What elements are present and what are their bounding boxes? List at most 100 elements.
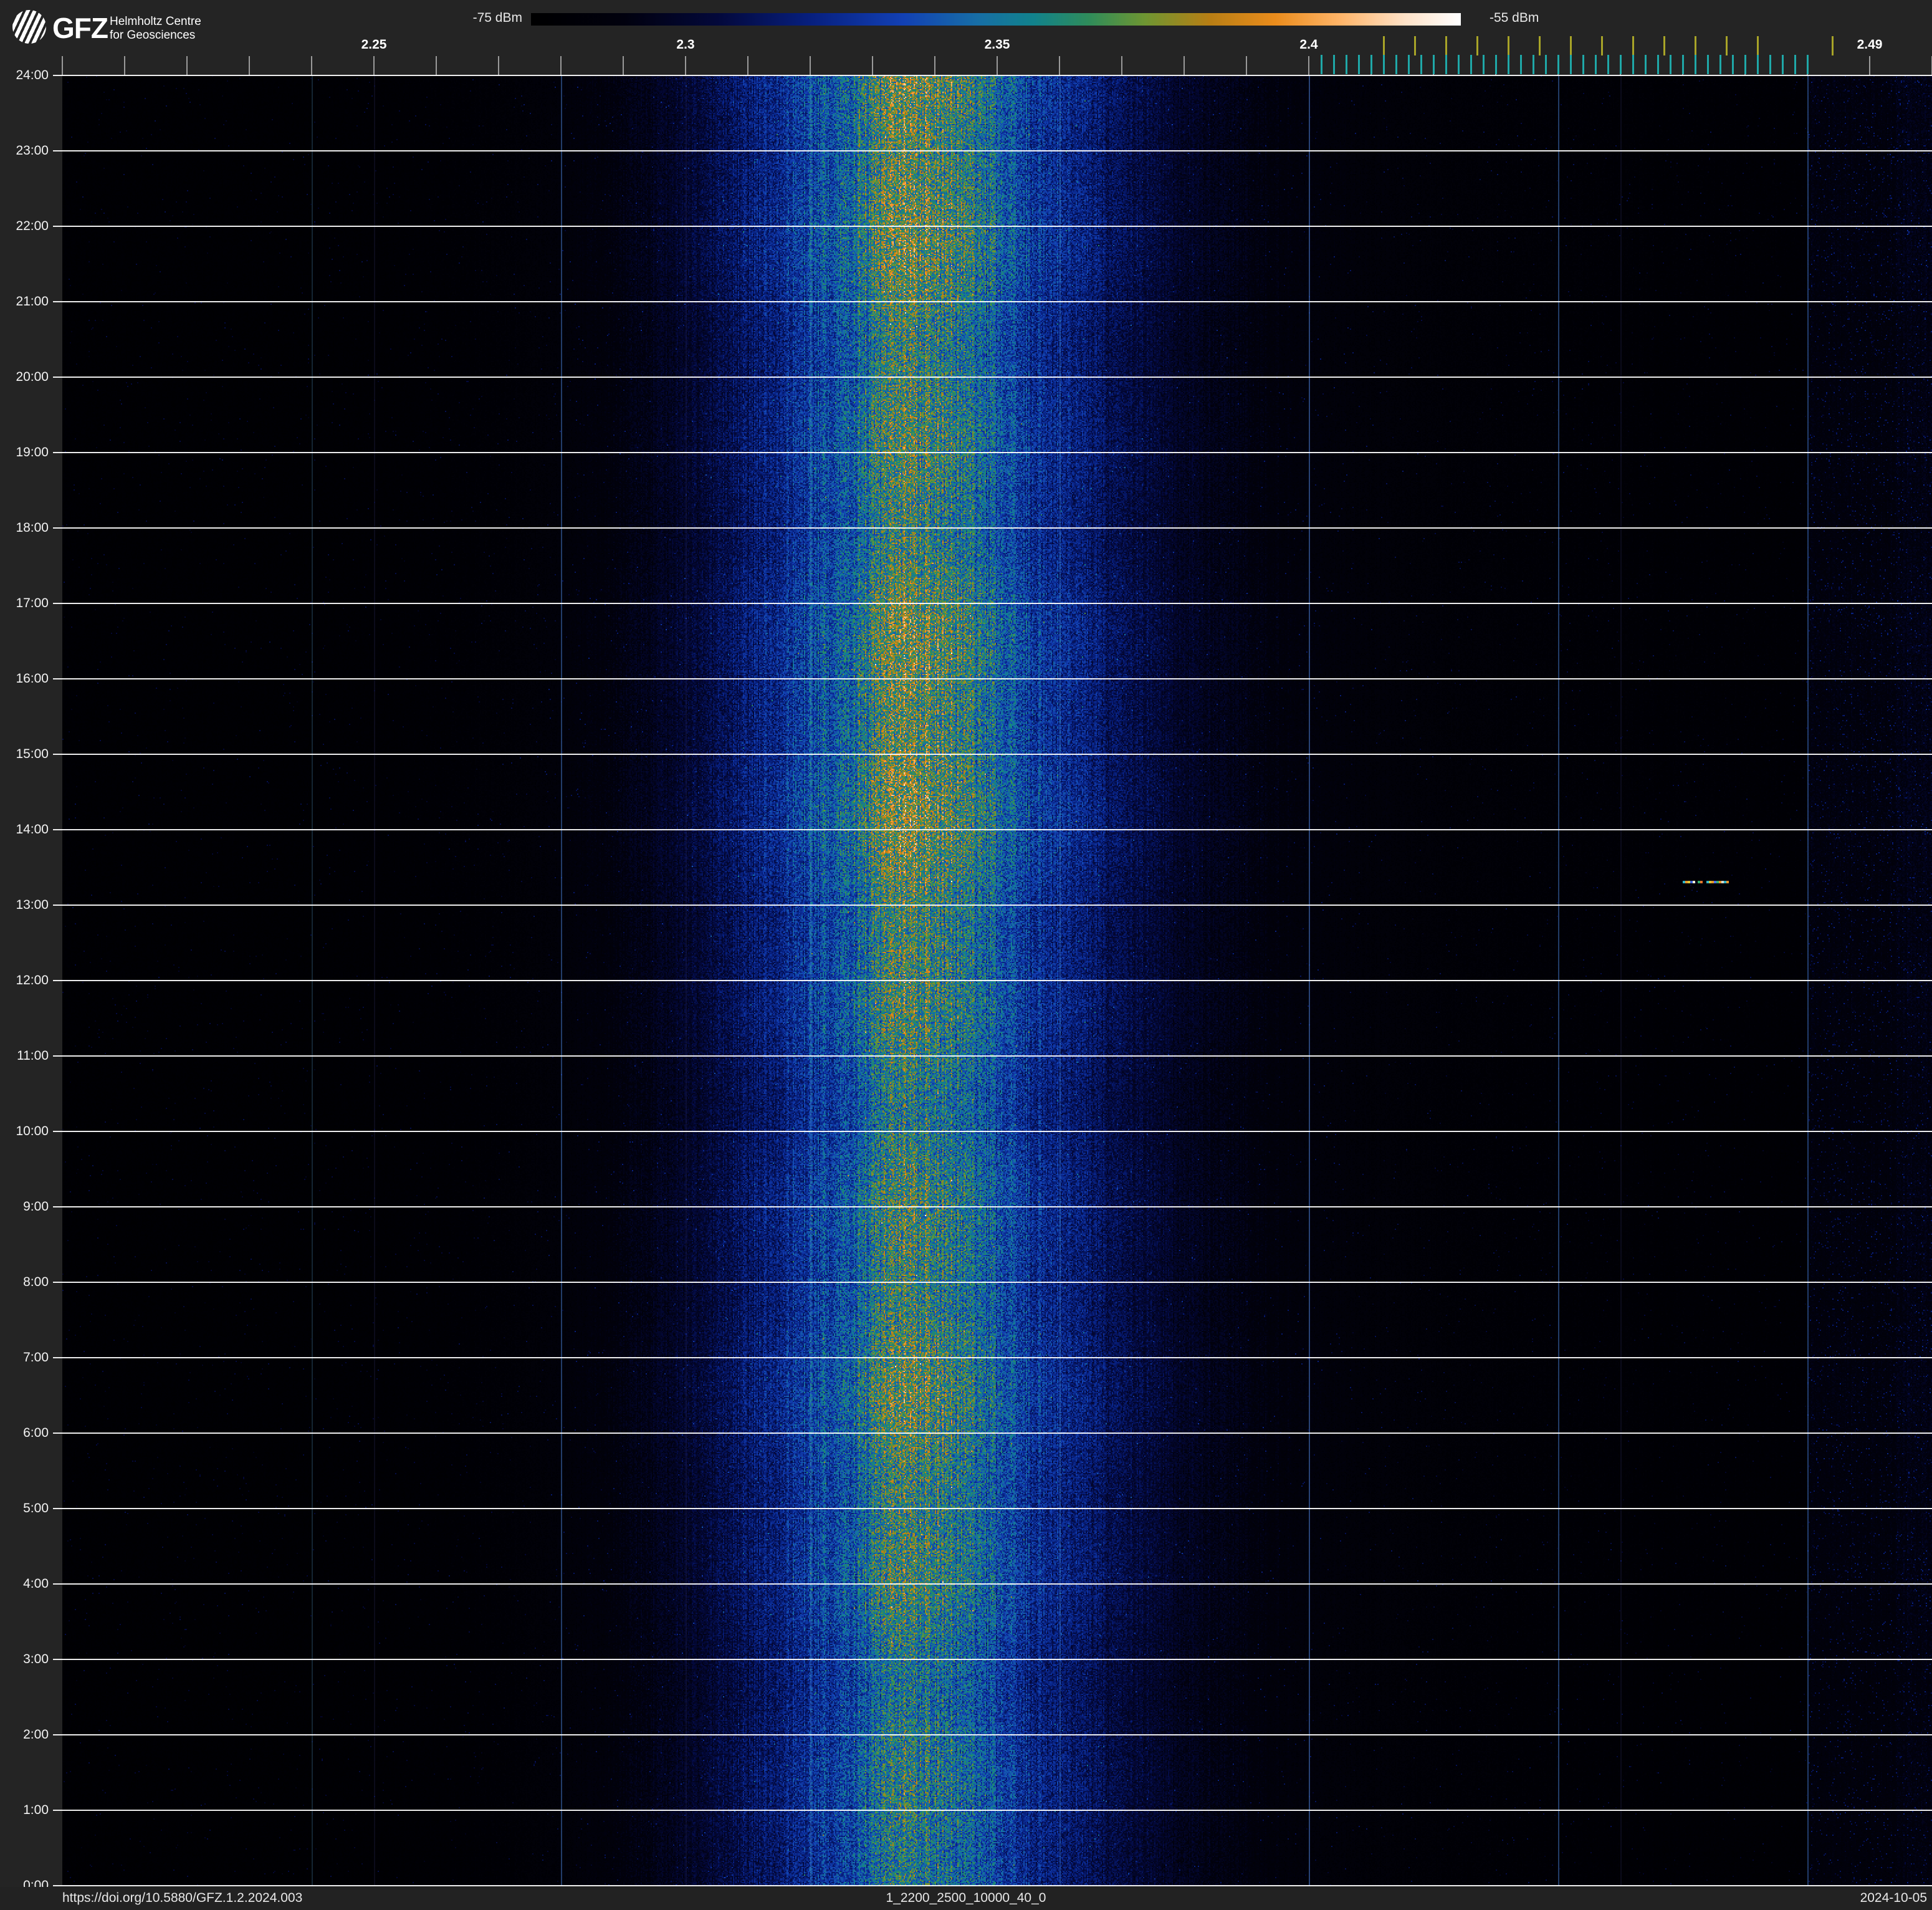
freq-minor-tick [249,56,250,75]
ble-channel-tick [1670,55,1671,74]
ble-channel-tick [1458,55,1460,74]
colorbar-max-label: -55 dBm [1490,11,1539,25]
hour-gridline [53,1734,1932,1735]
time-tick-label: 10:00 [16,1124,49,1138]
colorbar-min-label: -75 dBm [472,11,522,25]
freq-minor-tick [1246,56,1247,75]
hour-gridline [53,905,1932,906]
wifi-channel-tick [1539,36,1541,55]
ble-channel-tick [1520,55,1522,74]
ble-channel-tick [1620,55,1622,74]
freq-minor-tick [623,56,624,75]
hour-gridline [53,1055,1932,1057]
freq-tick-label: 2.35 [984,37,1010,52]
hour-gridline [53,527,1932,529]
ble-channel-tick [1445,55,1447,74]
ble-channel-tick [1657,55,1659,74]
time-tick-label: 12:00 [16,973,49,987]
hour-gridline [53,1508,1932,1509]
ble-channel-tick [1533,55,1534,74]
ble-channel-tick [1695,55,1696,74]
wifi-channel-tick [1476,36,1478,55]
freq-minor-tick [872,56,873,75]
freq-minor-tick [311,56,312,75]
wifi-channel-tick [1757,36,1759,55]
gfz-logo-icon [12,10,46,44]
wifi-channel-tick [1508,36,1509,55]
freq-minor-tick [373,56,375,75]
freq-minor-tick [498,56,499,75]
ble-channel-tick [1769,55,1771,74]
time-tick-label: 1:00 [23,1803,49,1817]
ble-channel-tick [1383,55,1385,74]
time-tick-label: 8:00 [23,1275,49,1289]
hour-gridline [53,1131,1932,1132]
ble-channel-tick [1483,55,1485,74]
brand-name: GFZ [52,12,108,44]
time-tick-label: 16:00 [16,671,49,686]
wifi-channel-tick [1663,36,1665,55]
freq-minor-tick [747,56,748,75]
hour-gridline [53,452,1932,453]
wifi-channel-tick [1445,36,1447,55]
freq-minor-tick [1121,56,1122,75]
freq-minor-tick [997,56,998,75]
wifi-channel-tick [1832,36,1834,55]
ble-channel-tick [1782,55,1784,74]
wifi-channel-tick [1632,36,1634,55]
time-tick-label: 13:00 [16,898,49,912]
hour-gridline [53,1885,1932,1886]
hour-gridline [53,75,1932,76]
freq-minor-tick [934,56,935,75]
ble-channel-tick [1508,55,1509,74]
freq-minor-tick [810,56,811,75]
ble-channel-tick [1732,55,1734,74]
time-tick-label: 11:00 [17,1049,49,1063]
ble-channel-tick [1570,55,1572,74]
ble-channel-tick [1433,55,1435,74]
time-tick-label: 22:00 [16,219,49,233]
freq-minor-tick [436,56,437,75]
ble-channel-tick [1807,55,1809,74]
brand-subtitle-line2: for Geosciences [110,29,196,42]
ble-channel-tick [1408,55,1410,74]
ble-channel-tick [1632,55,1634,74]
spectrogram-page: GFZ Helmholtz Centre for Geosciences -75… [0,0,1932,1910]
time-tick-label: 18:00 [16,521,49,535]
time-tick-label: 6:00 [23,1426,49,1440]
ble-channel-tick [1395,55,1397,74]
time-tick-label: 19:00 [16,445,49,459]
freq-tick-label: 2.3 [676,37,695,52]
freq-minor-tick [124,56,125,75]
wifi-channel-tick [1383,36,1385,55]
ble-channel-tick [1744,55,1746,74]
time-tick-label: 24:00 [16,68,49,82]
freq-tick-label: 2.49 [1857,37,1883,52]
hour-gridline [53,1810,1932,1811]
wifi-channel-tick [1601,36,1603,55]
dataset-id: 1_2200_2500_10000_40_0 [886,1891,1046,1905]
wifi-channel-tick [1414,36,1416,55]
ble-channel-tick [1794,55,1796,74]
colorbar [531,13,1461,26]
ble-channel-tick [1707,55,1709,74]
wifi-channel-tick [1726,36,1728,55]
hour-gridline [53,829,1932,830]
ble-channel-tick [1682,55,1684,74]
time-tick-label: 2:00 [23,1727,49,1742]
hour-gridline [53,754,1932,755]
time-tick-label: 14:00 [16,822,49,837]
freq-minor-tick [1308,56,1309,75]
freq-minor-tick [1059,56,1060,75]
ble-channel-tick [1595,55,1597,74]
time-tick-label: 9:00 [23,1199,49,1214]
date-label: 2024-10-05 [1860,1891,1927,1905]
time-tick-label: 7:00 [23,1350,49,1365]
time-tick-label: 17:00 [16,596,49,610]
doi-link[interactable]: https://doi.org/10.5880/GFZ.1.2.2024.003 [62,1891,302,1906]
ble-channel-tick [1333,55,1335,74]
hour-gridline [53,980,1932,981]
freq-tick-label: 2.4 [1299,37,1318,52]
hour-gridline [53,1282,1932,1283]
freq-minor-tick [1869,56,1870,75]
